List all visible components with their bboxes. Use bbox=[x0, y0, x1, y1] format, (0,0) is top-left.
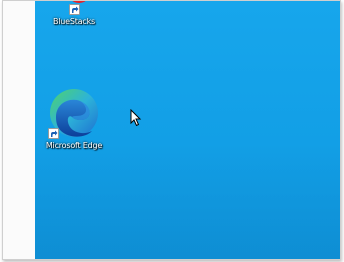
desktop-icon-label: BlueStacks bbox=[52, 17, 96, 26]
desktop[interactable]: BlueStacks Microsoft Edge bbox=[35, 1, 340, 259]
desktop-icon-bluestacks[interactable]: BlueStacks bbox=[35, 1, 113, 27]
shortcut-arrow-icon bbox=[48, 128, 59, 139]
mouse-pointer-icon bbox=[130, 109, 142, 127]
bluestacks-icon bbox=[59, 1, 91, 15]
shortcut-arrow-icon bbox=[69, 4, 80, 15]
desktop-icon-microsoft-edge[interactable]: Microsoft Edge bbox=[35, 87, 113, 151]
edge-icon bbox=[48, 87, 100, 139]
desktop-icon-label: Microsoft Edge bbox=[45, 141, 103, 150]
screenshot-frame: BlueStacks Microsoft Edge bbox=[2, 0, 341, 260]
